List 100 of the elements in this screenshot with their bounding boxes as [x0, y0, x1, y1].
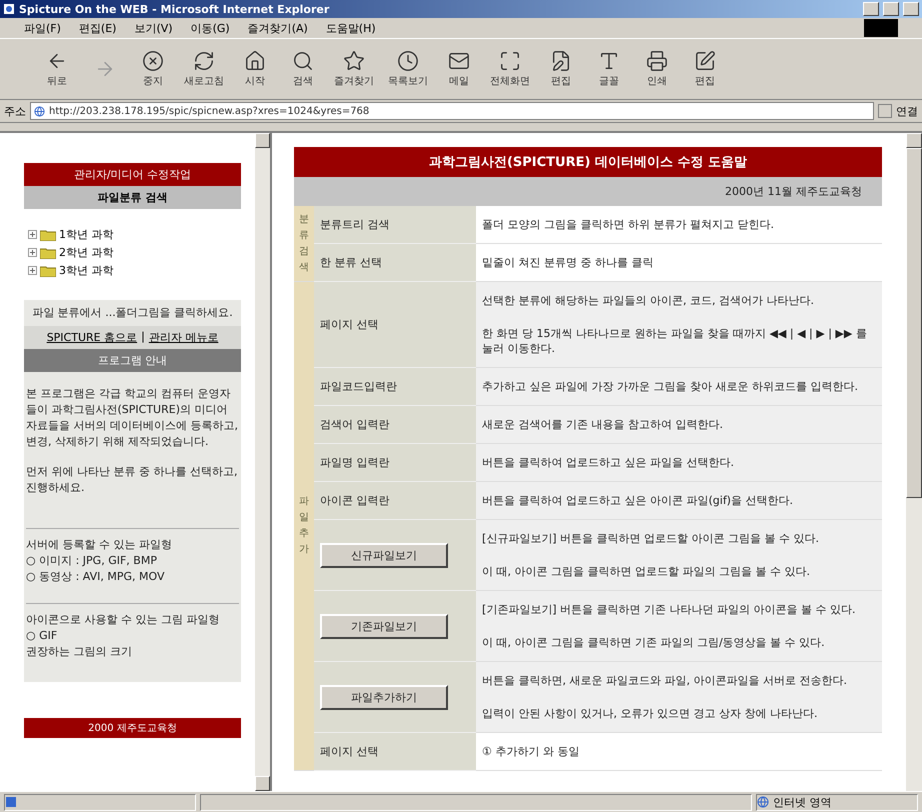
toolbar-button[interactable]: 새로고침 [184, 50, 224, 88]
printer-icon [646, 50, 668, 72]
description-text: 버튼을 클릭하면, 새로운 파일코드와 파일, 아이콘파일을 서버로 전송한다. [482, 673, 848, 688]
guide-text: ○ 이미지 : JPG, GIF, BMP [26, 553, 158, 569]
menu-item[interactable]: 편집(E) [78, 20, 116, 36]
guide-text: 먼저 위에 나타난 분류 중 하나를 선택하고, 진행하세요. [26, 464, 238, 496]
window-title: Spicture On the WEB - Microsoft Internet Explorer [19, 2, 330, 16]
menu-item[interactable]: 보기(V) [134, 20, 173, 36]
dropdown-button[interactable] [878, 104, 892, 118]
description-text: 버튼을 클릭하여 업로드하고 싶은 아이콘 파일(gif)을 선택한다. [482, 493, 794, 508]
menu-item[interactable]: 도움말(H) [326, 20, 376, 36]
toolbar-button[interactable]: 즐겨찾기 [334, 50, 374, 88]
close-button[interactable] [903, 2, 919, 16]
panel-title: 관리자/미디어 수정작업 [24, 163, 241, 186]
action-button[interactable]: 기존파일보기 [320, 614, 448, 638]
globe-icon [757, 796, 769, 808]
tree-item[interactable]: 2학년 과학 [59, 245, 114, 260]
tree-item[interactable]: 1학년 과학 [59, 227, 114, 242]
browser-logo [864, 19, 898, 37]
toolbar-button[interactable]: 편집 [688, 50, 722, 88]
clock-icon [397, 50, 419, 72]
description-text: 이 때, 아이콘 그림을 클릭하면 업로드할 파일의 그림을 볼 수 있다. [482, 564, 811, 579]
toolbar-button[interactable]: 시작 [238, 50, 272, 88]
toolbar-button[interactable]: 검색 [286, 50, 320, 88]
pen-icon [694, 50, 716, 72]
link-separator: | [141, 330, 145, 345]
description-text: 선택한 분류에 해당하는 파일들의 아이콘, 코드, 검색어가 나타난다. [482, 293, 815, 308]
row-label: 아이콘 입력란 [320, 494, 390, 507]
refresh-icon [193, 50, 215, 72]
hint-text: 파일 분류에서 ...폴더그림을 클릭하세요. [24, 300, 241, 326]
menu-item[interactable]: 이동(G) [190, 20, 230, 36]
description-text: 이 때, 아이콘 그림을 클릭하면 기존 파일의 그림/동영상을 볼 수 있다. [482, 635, 826, 650]
toolbar-button[interactable]: 글꼴 [592, 50, 626, 88]
description-text: 입력이 안된 사항이 있거나, 오류가 있으면 경고 상자 창에 나타난다. [482, 706, 818, 721]
admin-menu-link[interactable]: 관리자 메뉴로 [148, 330, 218, 345]
toolbar-button[interactable]: 편집 [544, 50, 578, 88]
home-icon [244, 50, 266, 72]
category-label: 분류검색 [299, 212, 309, 274]
row-label: 검색어 입력란 [320, 418, 390, 431]
toolbar-button[interactable]: 뒤로 [40, 50, 74, 88]
guide-text: 권장하는 그림의 크기 [26, 644, 133, 660]
scrollbar[interactable] [255, 133, 270, 791]
folder-icon [40, 228, 56, 240]
row-label: 한 분류 선택 [320, 256, 382, 269]
toolbar-button[interactable]: 전체화면 [490, 50, 530, 88]
zone-text: 인터넷 영역 [773, 794, 832, 810]
toolbar-button[interactable]: 메일 [442, 50, 476, 88]
description-text: 폴더 모양의 그림을 클릭하면 하위 분류가 펼쳐지고 닫힌다. [482, 217, 775, 232]
expand-icon[interactable] [28, 230, 37, 239]
description-text: [신규파일보기] 버튼을 클릭하면 업로드할 아이콘 그림을 볼 수 있다. [482, 531, 820, 546]
go-button[interactable]: 연결 [896, 104, 918, 118]
guide-text: ○ GIF [26, 628, 58, 644]
row-label: 분류트리 검색 [320, 218, 390, 231]
guide-text: 서버에 등록할 수 있는 파일형 [26, 537, 173, 553]
expand-icon[interactable] [28, 248, 37, 257]
row-label: 페이지 선택 [320, 318, 378, 331]
action-button[interactable]: 신규파일보기 [320, 542, 448, 568]
row-label: 파일명 입력란 [320, 456, 390, 469]
description-text: 추가하고 싶은 파일에 가장 가까운 그림을 찾아 새로운 하위코드를 입력한다. [482, 379, 859, 394]
home-link[interactable]: SPICTURE 홈으로 [46, 330, 138, 345]
toolbar-button[interactable]: 인쇄 [640, 50, 674, 88]
star-icon [343, 50, 365, 72]
stop-icon [142, 50, 164, 72]
guide-text: ○ 동영상 : AVI, MPG, MOV [26, 569, 166, 585]
address-field[interactable]: http://203.238.178.195/spic/spicnew.asp?xres=1024&yres=768 [30, 102, 874, 120]
page-title: 과학그림사전(SPICTURE) 데이터베이스 수정 도움말 [294, 147, 882, 177]
menu-item[interactable]: 파일(F) [24, 20, 61, 36]
toolbar-button[interactable]: 중지 [136, 50, 170, 88]
description-text: 새로운 검색어를 기존 내용을 참고하여 입력한다. [482, 417, 724, 432]
description-text: 한 화면 당 15개씩 나타나므로 원하는 파일을 찾을 때까지 ◀◀ | ◀ | ▶ | ▶▶ 를 눌러 이동한다. [482, 326, 868, 356]
expand-icon[interactable] [28, 266, 37, 275]
description-text: 밑줄이 쳐진 분류명 중 하나를 클릭 [482, 255, 654, 270]
page-icon [5, 796, 17, 808]
row-label: 파일코드입력란 [320, 380, 397, 393]
browser-icon [3, 3, 15, 15]
action-button[interactable]: 파일추가하기 [320, 684, 448, 710]
folder-icon [40, 264, 56, 276]
section-heading: 프로그램 안내 [24, 349, 241, 372]
description-text: ① 추가하기 와 동일 [482, 744, 580, 759]
maximize-button[interactable] [883, 2, 899, 16]
mail-icon [448, 50, 470, 72]
folder-icon [40, 246, 56, 258]
tree-item[interactable]: 3학년 과학 [59, 263, 114, 278]
section-heading: 파일분류 검색 [24, 186, 241, 209]
menu-item[interactable]: 즐겨찾기(A) [248, 20, 308, 36]
category-label: 파일추가 [299, 495, 309, 557]
guide-text: 아이콘으로 사용할 수 있는 그림 파일형 [26, 612, 220, 628]
scrollbar[interactable] [906, 133, 922, 791]
document-icon [550, 50, 572, 72]
font-icon [598, 50, 620, 72]
minimize-button[interactable] [863, 2, 879, 16]
address-label: 주소 [4, 104, 26, 118]
guide-text: 본 프로그램은 각급 학교의 컴퓨터 운영자들이 과학그림사전(SPICTURE)의 미디어 자료들을 서버의 데이터베이스에 등록하고, 변경, 삭제하기 위해 제작되었습니다. [26, 386, 239, 450]
toolbar-button[interactable]: 목록보기 [388, 50, 428, 88]
row-label: 페이지 선택 [320, 745, 378, 758]
date-text: 2000년 11월 제주도교육청 [294, 177, 882, 206]
page-icon [34, 106, 45, 116]
description-text: 버튼을 클릭하여 업로드하고 싶은 파일을 선택한다. [482, 455, 735, 470]
footer-text: 2000 제주도교육청 [24, 718, 241, 738]
description-text: [기존파일보기] 버튼을 클릭하면 기존 나타나던 파일의 아이콘을 볼 수 있다. [482, 602, 857, 617]
